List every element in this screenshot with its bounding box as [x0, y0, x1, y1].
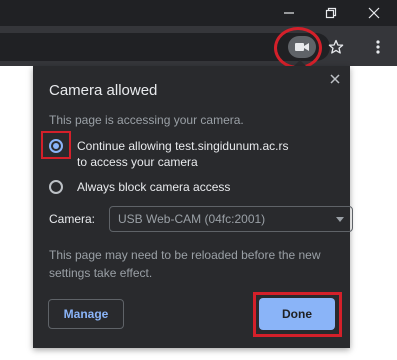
star-icon[interactable] [325, 36, 347, 58]
manage-button[interactable]: Manage [48, 299, 124, 329]
camera-selected-value: USB Web-CAM (04fc:2001) [118, 212, 266, 226]
done-button[interactable]: Done [259, 298, 335, 330]
option-label-line1: Continue allowing test.singidunum.ac.rs [77, 139, 289, 153]
radio-button[interactable] [49, 180, 63, 194]
option-always-block[interactable]: Always block camera access [49, 179, 230, 195]
option-label-line2: to access your camera [77, 155, 198, 169]
title-bar [0, 0, 397, 26]
bubble-title: Camera allowed [49, 82, 158, 99]
close-icon[interactable] [326, 70, 344, 88]
chevron-down-icon [336, 217, 344, 222]
browser-window: Camera allowed This page is accessing yo… [0, 0, 397, 360]
camera-label: Camera: [49, 212, 96, 226]
reload-note: This page may need to be reloaded before… [49, 248, 321, 280]
option-label: Always block camera access [77, 180, 231, 194]
kebab-menu-icon[interactable] [369, 36, 387, 58]
option-label: Continue allowing test.singidunum.ac.rs … [77, 138, 288, 170]
option-continue-allowing[interactable]: Continue allowing test.singidunum.ac.rs … [49, 138, 288, 170]
camera-select-row: Camera: USB Web-CAM (04fc:2001) [49, 206, 353, 232]
bubble-subtitle: This page is accessing your camera. [49, 113, 244, 127]
browser-toolbar [0, 26, 397, 66]
radio-button-selected[interactable] [49, 139, 63, 153]
close-icon[interactable] [353, 0, 395, 26]
camera-dropdown[interactable]: USB Web-CAM (04fc:2001) [109, 206, 353, 232]
restore-icon[interactable] [310, 0, 352, 26]
minimize-icon[interactable] [268, 0, 310, 26]
camera-permission-bubble: Camera allowed This page is accessing yo… [33, 66, 353, 348]
